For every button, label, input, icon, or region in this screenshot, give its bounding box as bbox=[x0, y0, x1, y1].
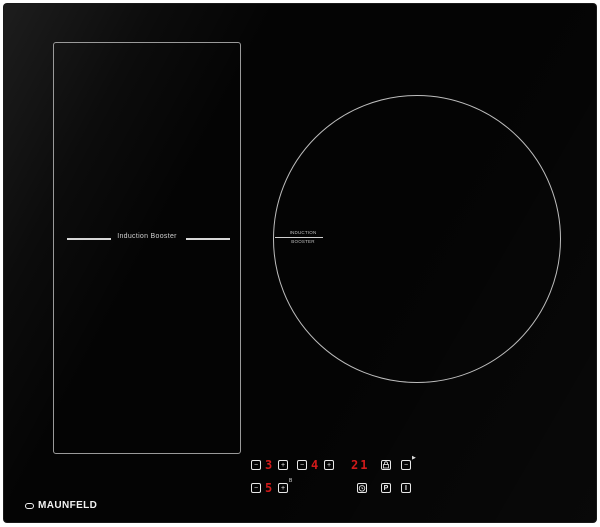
play-icon: ▶ bbox=[412, 455, 416, 461]
zone2-minus-button[interactable]: − bbox=[297, 460, 307, 470]
zone3-level-display: 5 bbox=[265, 481, 273, 495]
zone2-plus-button[interactable]: + bbox=[324, 460, 334, 470]
zone-right-label-line2: BOOSTER bbox=[291, 239, 315, 244]
zone3-plus-button[interactable]: + bbox=[278, 483, 288, 493]
zone1-minus-button[interactable]: − bbox=[251, 460, 261, 470]
zone3-minus-button[interactable]: − bbox=[401, 460, 411, 470]
keylock-icon bbox=[383, 461, 389, 469]
timer-button[interactable] bbox=[357, 483, 367, 493]
zone-right-marker bbox=[275, 237, 323, 238]
zone-left-label: Induction Booster bbox=[117, 233, 177, 240]
zone1-level-display: 3 bbox=[265, 458, 273, 472]
keylock-icon[interactable] bbox=[381, 460, 391, 470]
power-button[interactable]: I bbox=[401, 483, 411, 493]
induction-cooktop: Induction Booster INDUCTION BOOSTER − 3 … bbox=[3, 3, 597, 523]
flex-induction-zone[interactable]: Induction Booster bbox=[53, 42, 241, 454]
zone2-level-display: 4 bbox=[311, 458, 319, 472]
zone3-minus-button-2[interactable]: − bbox=[251, 483, 261, 493]
zone-right-label-line1: INDUCTION bbox=[289, 230, 317, 235]
brand-logo: MAUNFELD bbox=[25, 500, 97, 511]
pause-button[interactable]: P bbox=[381, 483, 391, 493]
timer-display: 21 bbox=[351, 458, 370, 472]
brand-name: MAUNFELD bbox=[38, 500, 98, 511]
booster-mark: B bbox=[289, 478, 293, 484]
zone1-plus-button[interactable]: + bbox=[278, 460, 288, 470]
maunfeld-logo-icon bbox=[25, 502, 34, 509]
timer-icon bbox=[358, 485, 366, 492]
